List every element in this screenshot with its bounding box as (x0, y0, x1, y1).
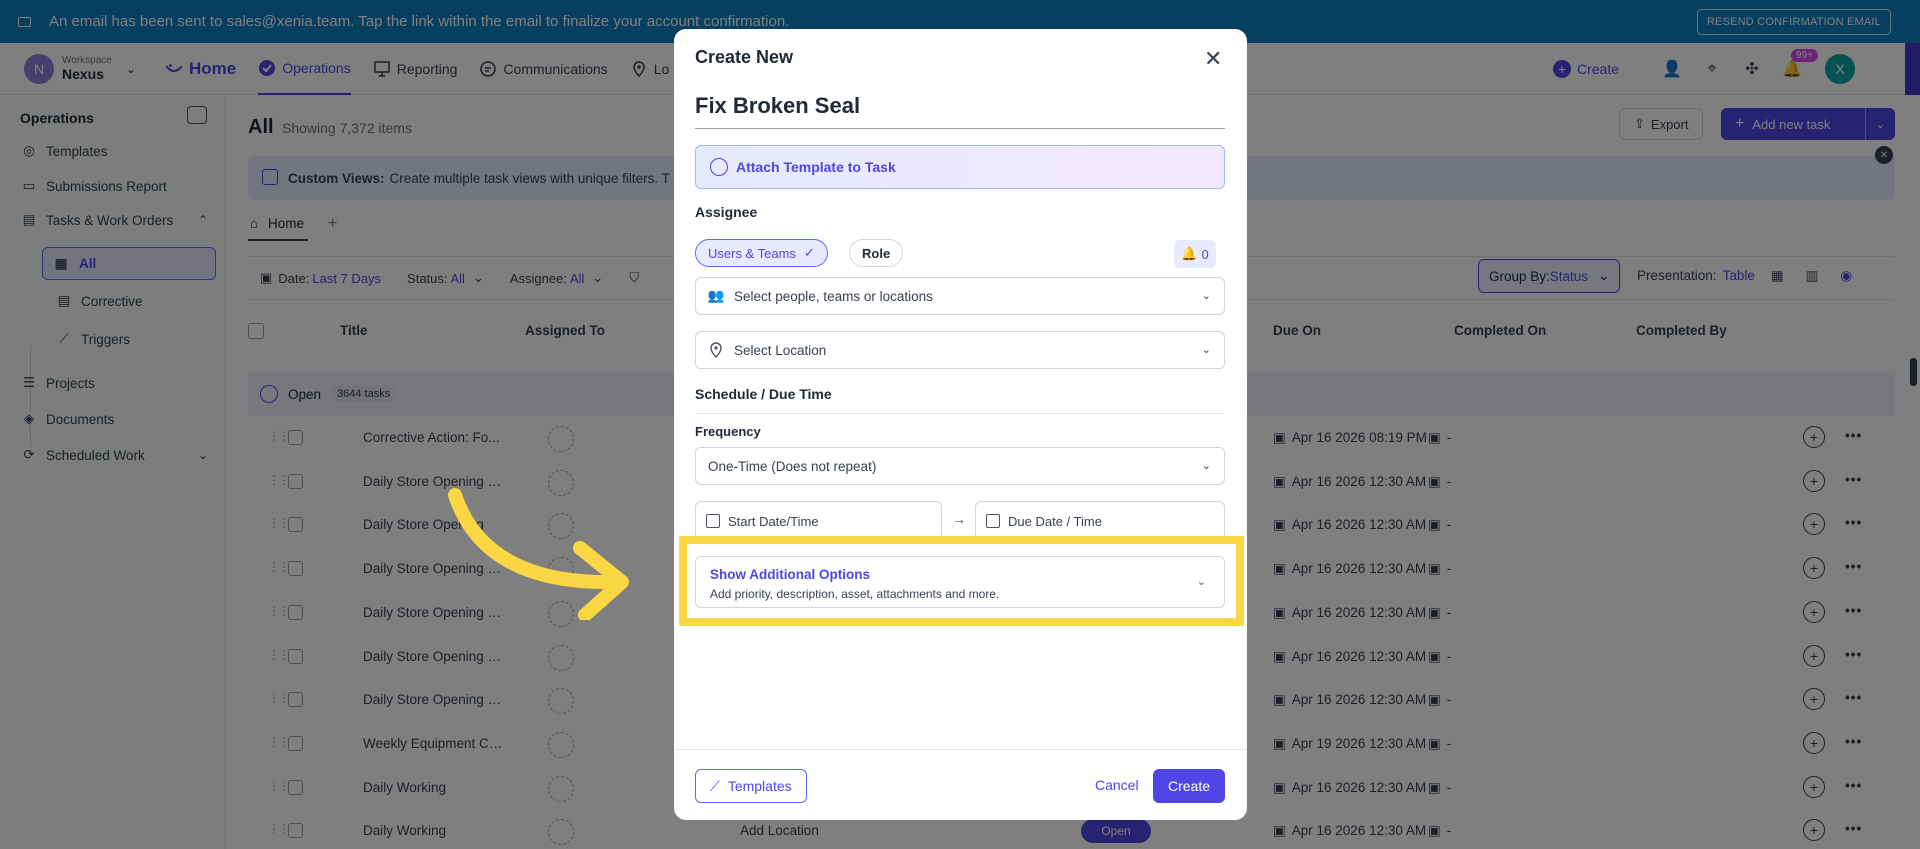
role-chip[interactable]: Role (849, 239, 904, 267)
create-button[interactable]: Create (1153, 769, 1225, 803)
check-icon: ✓ (803, 245, 815, 260)
location-placeholder: Select Location (734, 342, 827, 358)
chevron-down-icon: ⌄ (1201, 344, 1211, 356)
attach-template-button[interactable]: Attach Template to Task (695, 145, 1225, 189)
start-date-input[interactable]: Start Date/Time (695, 501, 942, 541)
close-icon[interactable]: ✕ (1204, 46, 1222, 72)
users-icon: 👥 (707, 288, 725, 303)
tutorial-arrow-icon (448, 488, 629, 620)
people-placeholder: Select people, teams or locations (734, 288, 933, 304)
frequency-value: One-Time (Does not repeat) (708, 458, 877, 474)
wand-icon: ⟋ (710, 777, 720, 794)
frequency-select[interactable]: One-Time (Does not repeat) ⌄ (695, 447, 1225, 485)
templates-label: Templates (727, 778, 792, 794)
attach-template-label: Attach Template to Task (736, 159, 896, 175)
divider (695, 413, 1225, 414)
chevron-down-icon: ⌄ (1201, 290, 1211, 302)
assignee-label: Assignee (695, 204, 758, 220)
modal-title: Create New (695, 47, 794, 67)
start-date-placeholder: Start Date/Time (728, 513, 819, 529)
arrow-right-icon: → (952, 511, 966, 527)
tutorial-highlight (679, 536, 1244, 626)
chevron-down-icon: ⌄ (1201, 460, 1211, 472)
calendar-icon (986, 514, 1000, 528)
cancel-button[interactable]: Cancel (1095, 777, 1139, 793)
frequency-label: Frequency (695, 424, 761, 439)
templates-button[interactable]: ⟋ Templates (695, 769, 807, 803)
users-teams-chip[interactable]: Users & Teams ✓ (695, 239, 828, 267)
schedule-label: Schedule / Due Time (695, 386, 832, 402)
chip-label: Role (862, 245, 891, 261)
bell-icon: 🔔 (1181, 246, 1198, 261)
due-date-input[interactable]: Due Date / Time (975, 501, 1225, 541)
people-select[interactable]: 👥 Select people, teams or locations ⌄ (695, 277, 1225, 315)
location-pin-icon (708, 342, 724, 358)
check-circle-icon (710, 158, 728, 176)
chip-label: Users & Teams (708, 245, 796, 261)
location-select[interactable]: Select Location ⌄ (695, 331, 1225, 369)
task-name-input[interactable]: Fix Broken Seal (695, 91, 1225, 129)
notify-toggle[interactable]: 🔔 0 (1174, 240, 1216, 268)
notify-count: 0 (1201, 246, 1209, 262)
due-date-placeholder: Due Date / Time (1008, 513, 1102, 529)
calendar-icon (706, 514, 720, 528)
create-new-modal: Create New ✕ Fix Broken Seal Attach Temp… (674, 29, 1247, 820)
modal-footer-divider (674, 749, 1247, 750)
